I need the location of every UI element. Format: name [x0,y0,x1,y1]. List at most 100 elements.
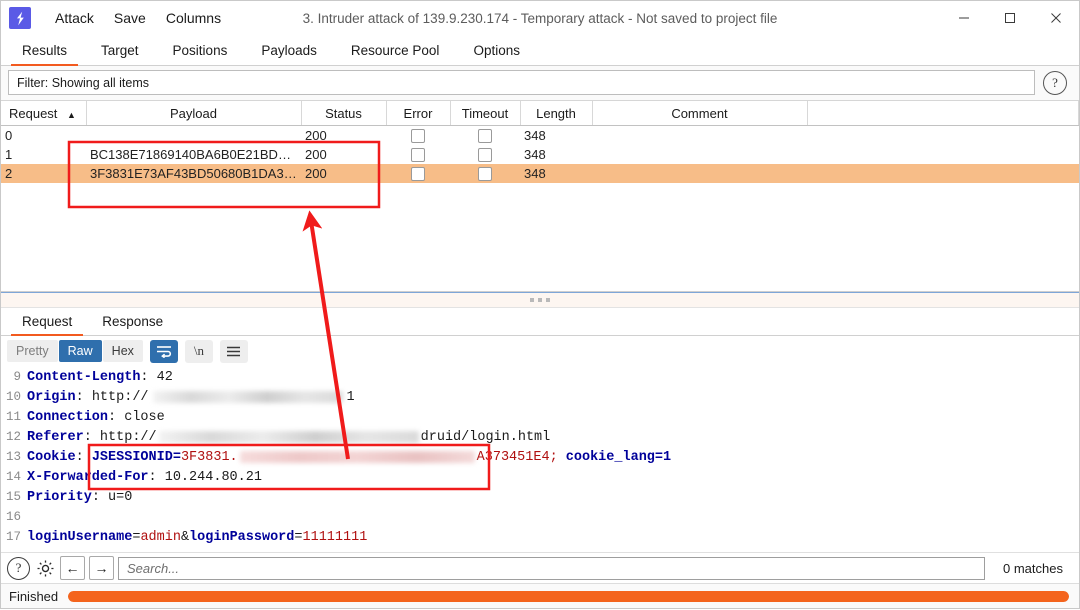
header-key: Connection [27,409,109,425]
cell-error [386,164,450,183]
cell-spacer [807,145,1079,164]
results-table-pane: Request ▲ Payload Status Error Timeout L… [1,101,1079,292]
timeout-checkbox[interactable] [478,148,492,163]
close-button[interactable] [1033,1,1079,35]
maximize-button[interactable] [987,1,1033,35]
line-number: 11 [5,410,21,424]
minimize-button[interactable] [941,1,987,35]
hamburger-menu-icon[interactable] [219,339,248,363]
column-header-request[interactable]: Request ▲ [1,101,87,126]
body-equals-2: = [294,529,303,545]
search-input[interactable]: Search... [118,556,986,580]
window-controls [941,1,1079,35]
table-header-row: Request ▲ Payload Status Error Timeout L… [1,101,1079,126]
arrow-left-icon[interactable]: ← [60,556,85,580]
timeout-checkbox[interactable] [478,129,492,144]
table-row[interactable]: 0 200 348 [1,126,1079,146]
error-checkbox[interactable] [411,148,425,163]
cell-payload: BC138E71869140BA6B0E21BDF… [90,147,299,162]
header-key: Cookie [27,449,76,465]
cell-length: 348 [524,147,546,162]
line-number: 14 [5,470,21,484]
cookie-name: JSESSIONID= [91,449,181,465]
table-row[interactable]: 1 BC138E71869140BA6B0E21BDF… 200 348 [1,145,1079,164]
header-key: Priority [27,489,92,505]
menu-item-attack[interactable]: Attack [45,6,104,30]
view-hex-button[interactable]: Hex [102,340,143,362]
tab-positions[interactable]: Positions [156,35,245,65]
cell-error [386,126,450,146]
body-equals-1: = [132,529,141,545]
error-checkbox[interactable] [411,167,425,182]
request-line: 14 X-Forwarded-For: 10.244.80.21 [1,467,1079,487]
request-line: 11 Connection: close [1,407,1079,427]
menu-item-save[interactable]: Save [104,6,156,30]
request-line: 9 Content-Length: 42 [1,367,1079,387]
cell-comment [592,164,807,183]
view-raw-button[interactable]: Raw [58,340,102,362]
table-row[interactable]: 2 3F3831E73AF43BD50680B1DA3… 200 348 [1,164,1079,183]
cell-length: 348 [524,128,546,143]
redacted-region [158,431,419,443]
header-value-tail: 1 [346,389,355,405]
header-sep: : [148,469,165,485]
tab-payloads[interactable]: Payloads [244,35,334,65]
cell-spacer [807,164,1079,183]
line-number: 13 [5,450,21,464]
column-header-payload[interactable]: Payload [86,101,302,126]
newline-toggle-icon[interactable]: \n [184,339,213,363]
cell-comment [592,126,807,146]
header-value: http:// [99,429,157,445]
tab-options[interactable]: Options [456,35,537,65]
request-editor[interactable]: 9 Content-Length: 42 10 Origin: http://1… [1,366,1079,552]
pane-splitter[interactable] [1,292,1079,308]
error-checkbox[interactable] [411,129,425,144]
cell-error [386,145,450,164]
column-header-length[interactable]: Length [520,101,593,126]
header-value: http:// [91,389,149,405]
cell-comment [592,145,807,164]
header-sep: : [91,489,109,505]
cell-timeout [450,164,520,183]
question-mark-icon[interactable]: ? [1043,70,1067,95]
menu-item-columns[interactable]: Columns [156,6,231,30]
title-bar: Attack Save Columns 3. Intruder attack o… [1,1,1079,35]
word-wrap-icon[interactable] [149,339,178,363]
burp-lightning-icon [9,7,31,29]
filter-bar[interactable]: Filter: Showing all items [8,70,1035,95]
splitter-dot [538,298,542,302]
request-line: 12 Referer: http:// druid/login.html [1,427,1079,447]
arrow-right-icon[interactable]: → [89,556,114,580]
view-pretty-button[interactable]: Pretty [7,340,58,362]
column-header-comment[interactable]: Comment [592,101,808,126]
header-key: Content-Length [27,369,141,385]
column-label-request: Request [9,105,58,121]
request-line: 10 Origin: http:// 1 [1,387,1079,407]
line-number: 9 [13,370,21,384]
tab-target[interactable]: Target [84,35,156,65]
timeout-checkbox[interactable] [478,167,492,182]
column-header-timeout[interactable]: Timeout [450,101,521,126]
header-sep: : [140,369,157,385]
tab-request[interactable]: Request [7,308,87,336]
gear-icon[interactable] [34,557,56,579]
column-header-error[interactable]: Error [386,101,451,126]
line-number: 15 [5,490,21,504]
cell-status: 200 [305,147,327,162]
column-header-spacer [807,101,1079,126]
burp-intruder-window: Attack Save Columns 3. Intruder attack o… [0,0,1080,609]
attack-status-text: Finished [9,588,59,604]
intruder-tab-strip: Results Target Positions Payloads Resour… [1,35,1079,66]
tab-resource-pool[interactable]: Resource Pool [334,35,457,65]
header-sep: : [83,429,100,445]
column-header-status[interactable]: Status [301,101,387,126]
cell-status: 200 [305,166,327,181]
header-value: 42 [156,369,173,385]
question-mark-icon[interactable]: ? [7,556,30,580]
cell-timeout [450,145,520,164]
tab-results[interactable]: Results [5,35,84,66]
request-body-line: 17 loginUsername = admin & loginPassword = 111… [1,527,1079,547]
header-sep: : [75,389,92,405]
body-param-value-1: admin [140,529,181,545]
tab-response[interactable]: Response [87,308,178,335]
